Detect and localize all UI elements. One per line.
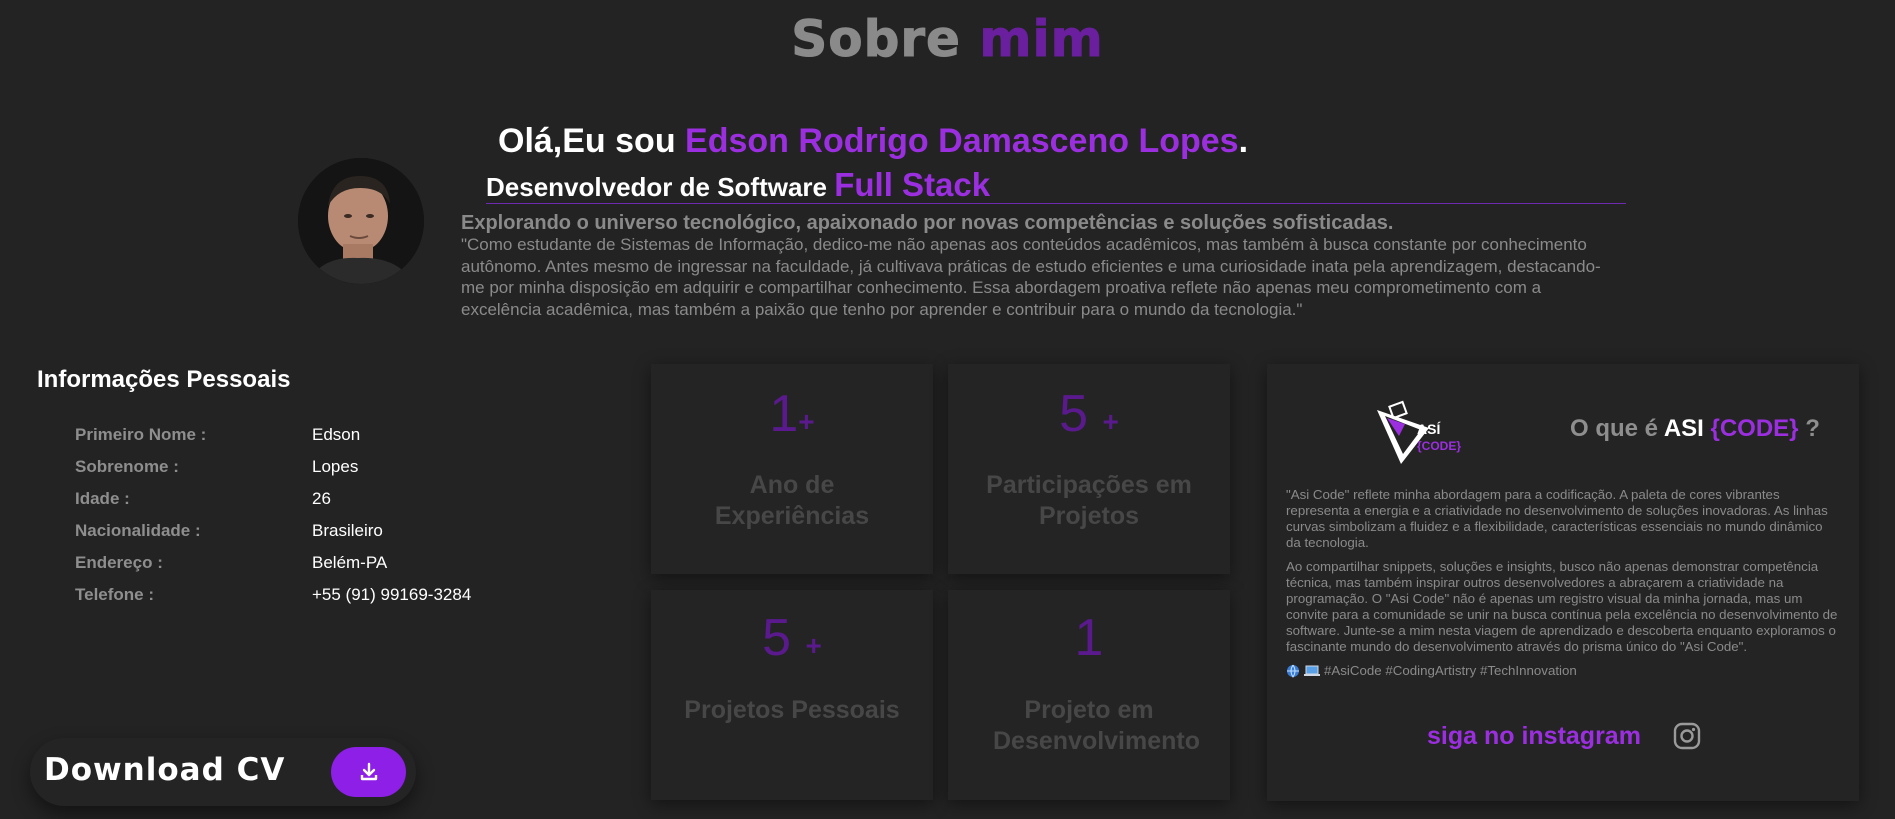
info-label: Telefone : (75, 585, 155, 604)
info-label: Nacionalidade : (75, 521, 201, 540)
instagram-link[interactable]: siga no instagram (1427, 722, 1641, 751)
intro-quote: "Como estudante de Sistemas de Informaçã… (461, 235, 1601, 319)
stat-label: Ano de Experiências (714, 471, 870, 530)
stat-value: 1 (769, 385, 799, 443)
section-title-part2: mim (979, 10, 1104, 69)
download-cv-label: Download CV (44, 752, 286, 788)
asi-logo-text: ASÍ (1417, 421, 1441, 437)
stat-suffix: + (1102, 406, 1119, 437)
stat-suffix: + (805, 630, 822, 661)
asi-paragraph-1: "Asi Code" reflete minha abordagem para … (1286, 487, 1828, 550)
info-value: Belém-PA (312, 553, 388, 572)
role-prefix: Desenvolvedor de Software (486, 172, 827, 202)
author-name: Edson Rodrigo Damasceno Lopes (685, 122, 1239, 160)
info-value: 26 (312, 489, 331, 508)
asi-heading-prefix: O que é (1570, 415, 1659, 442)
asi-description: "Asi Code" reflete minha abordagem para … (1286, 487, 1841, 679)
info-value: Brasileiro (312, 521, 383, 540)
asi-paragraph-2: Ao compartilhar snippets, soluções e ins… (1286, 559, 1838, 654)
info-row: Idade : 26 (75, 483, 471, 515)
instagram-icon[interactable] (1673, 722, 1701, 750)
asi-heading-code: {CODE} (1710, 415, 1799, 442)
stat-value: 5 (762, 609, 806, 667)
section-title: Sobre mim (0, 10, 1895, 69)
stat-number: 5 + (948, 384, 1230, 444)
intro-divider (486, 203, 1626, 204)
download-cv-button[interactable] (331, 747, 406, 797)
personal-info-title: Informações Pessoais (37, 366, 291, 393)
asi-heading: O que é ASI {CODE} ? (1570, 415, 1820, 443)
asi-hashtags: #AsiCode #CodingArtistry #TechInnovation (1324, 663, 1577, 678)
stat-label: Projeto em Desenvolvimento (993, 696, 1201, 755)
stat-label: Projetos Pessoais (684, 696, 900, 724)
greeting: Olá,Eu sou Edson Rodrigo Damasceno Lopes… (498, 122, 1248, 161)
info-row: Primeiro Nome : Edson (75, 419, 471, 451)
asi-hashtags-row: #AsiCode #CodingArtistry #TechInnovation (1286, 663, 1841, 679)
avatar (298, 158, 424, 284)
stat-value: 5 (1059, 385, 1103, 443)
laptop-icon (1304, 665, 1320, 676)
greeting-suffix: . (1238, 122, 1249, 160)
stat-card-in-development: 1 Projeto em Desenvolvimento (948, 590, 1230, 800)
stat-label: Participações em Projetos (986, 471, 1192, 530)
stat-card-participations: 5 + Participações em Projetos (948, 364, 1230, 574)
role: Desenvolvedor de Software Full Stack (486, 166, 990, 204)
info-label: Primeiro Nome : (75, 425, 207, 444)
personal-info-list: Primeiro Nome : Edson Sobrenome : Lopes … (75, 419, 471, 611)
info-label: Endereço : (75, 553, 163, 572)
greeting-prefix: Olá,Eu sou (498, 122, 676, 160)
stat-number: 5 + (651, 608, 933, 668)
info-row: Endereço : Belém-PA (75, 547, 471, 579)
stat-card-experience: 1+ Ano de Experiências (651, 364, 933, 574)
stat-suffix: + (798, 406, 815, 437)
section-title-part1: Sobre (791, 10, 961, 69)
stat-number: 1+ (651, 384, 933, 444)
info-row: Nacionalidade : Brasileiro (75, 515, 471, 547)
info-value: Lopes (312, 457, 359, 476)
stat-value: 1 (1074, 609, 1104, 667)
info-value: Edson (312, 425, 361, 444)
globe-icon (1287, 664, 1299, 678)
info-label: Sobrenome : (75, 457, 179, 476)
asi-heading-asi: ASI (1663, 415, 1704, 442)
info-row: Sobrenome : Lopes (75, 451, 471, 483)
stat-number: 1 (948, 608, 1230, 668)
download-icon (360, 762, 377, 781)
info-row: Telefone : +55 (91) 99169-3284 (75, 579, 471, 611)
asi-heading-suffix: ? (1805, 415, 1820, 442)
stat-card-personal-projects: 5 + Projetos Pessoais (651, 590, 933, 800)
info-label: Idade : (75, 489, 130, 508)
download-cv-container: Download CV (30, 738, 416, 806)
asi-logo-code: {CODE} (1417, 439, 1461, 453)
tagline: Explorando o universo tecnológico, apaix… (461, 212, 1394, 234)
info-value: +55 (91) 99169-3284 (312, 585, 472, 604)
asi-code-logo: ASÍ {CODE} (1377, 400, 1461, 464)
role-highlight: Full Stack (834, 166, 991, 203)
asi-code-panel: ASÍ {CODE} O que é ASI {CODE} ? "Asi Cod… (1267, 364, 1859, 801)
